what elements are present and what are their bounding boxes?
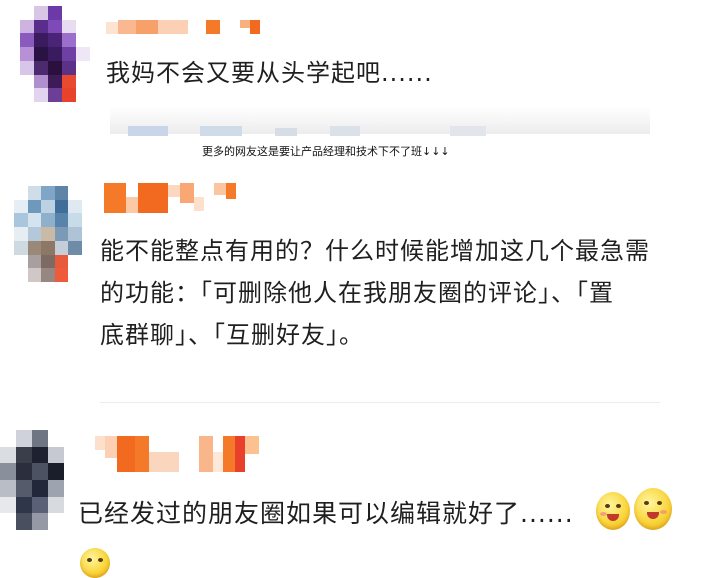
blurred-quote-block bbox=[110, 106, 650, 134]
username-blurred[interactable] bbox=[104, 183, 236, 213]
blurred-quote-fragment bbox=[128, 126, 168, 136]
avatar[interactable] bbox=[14, 186, 82, 282]
blurred-quote-fragment bbox=[275, 128, 297, 136]
username-blurred[interactable] bbox=[106, 20, 260, 34]
blurred-quote-fragment bbox=[330, 126, 360, 136]
comment-text: 已经发过的朋友圈如果可以编辑就好了...... bbox=[78, 499, 574, 528]
comment-text-line: 的功能：「可删除他人在我朋友圈的评论」、「置 bbox=[100, 279, 614, 307]
username-blurred[interactable] bbox=[95, 436, 259, 472]
blurred-quote-fragment bbox=[200, 126, 242, 136]
comment-text-line: 能不能整点有用的？什么时候能增加这几个最急需 bbox=[100, 237, 650, 265]
laughing-face-icon bbox=[634, 488, 672, 530]
smirk-face-icon bbox=[80, 548, 110, 578]
avatar[interactable] bbox=[20, 6, 90, 102]
blurred-quote-fragment bbox=[450, 126, 486, 136]
comment-text: 我妈不会又要从头学起吧...... bbox=[106, 59, 433, 87]
caption-text: 更多的网友这是要让产品经理和技术下不了班↓↓↓ bbox=[202, 145, 450, 158]
comment-text: 能不能整点有用的？什么时候能增加这几个最急需 的功能：「可删除他人在我朋友圈的评… bbox=[100, 230, 650, 356]
laughing-face-icon bbox=[596, 492, 630, 530]
avatar[interactable] bbox=[0, 430, 64, 530]
comment-text-line: 底群聊」、「互删好友」。 bbox=[100, 321, 364, 349]
divider bbox=[100, 402, 660, 403]
